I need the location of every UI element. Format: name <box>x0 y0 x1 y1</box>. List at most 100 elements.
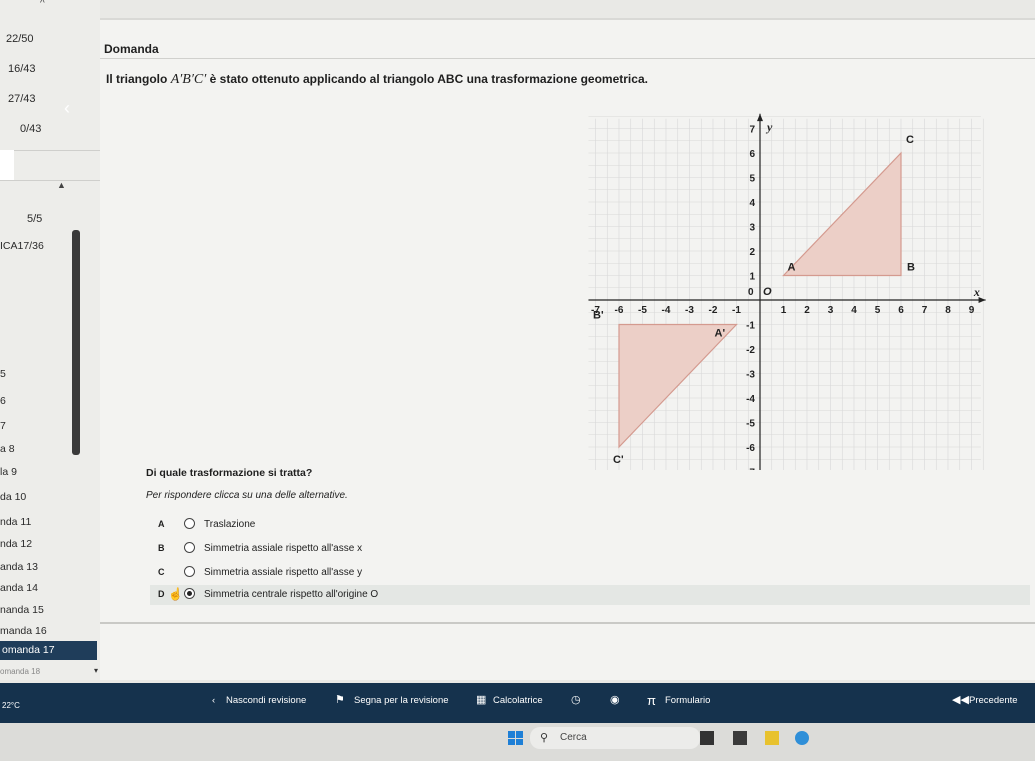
score-3: 27/43 <box>8 93 36 105</box>
y-tick-label: 7 <box>749 125 755 136</box>
y-tick-label: 3 <box>749 223 755 234</box>
x-tick-label: 4 <box>851 305 857 316</box>
sidebar-item-10[interactable]: da 10 <box>0 491 26 503</box>
sidebar-item-8[interactable]: a 8 <box>0 443 15 455</box>
question-header: Domanda <box>104 42 159 56</box>
pointer-hand-icon: ☝ <box>168 587 183 601</box>
x-tick-label: -1 <box>732 305 741 316</box>
option-label: Simmetria assiale rispetto all'asse y <box>204 567 363 578</box>
clock-icon[interactable]: ◷ <box>571 693 581 706</box>
pi-icon: π <box>647 693 656 708</box>
score-2: 16/43 <box>8 63 36 75</box>
option-b[interactable]: B Simmetria assiale rispetto all'asse x <box>150 539 1030 559</box>
y-tick-label: -7 <box>746 468 755 471</box>
x-tick-label: 9 <box>969 305 975 316</box>
x-tick-label: 8 <box>945 305 951 316</box>
timer-icon[interactable]: ◉ <box>610 693 620 706</box>
origin-label: O <box>763 286 772 298</box>
x-tick-label: -5 <box>638 305 647 316</box>
sidebar-item-17-active[interactable]: omanda 17 <box>0 641 97 660</box>
y-axis-label: y <box>765 120 773 134</box>
app-icon-1[interactable] <box>733 731 747 745</box>
y-tick-label: 2 <box>749 247 755 258</box>
vertex-label: B <box>907 262 915 274</box>
browser-icon[interactable] <box>795 731 809 745</box>
option-c[interactable]: C Simmetria assiale rispetto all'asse y <box>150 563 1030 583</box>
score-4: 0/43 <box>20 123 42 135</box>
y-tick-label: -6 <box>746 443 755 454</box>
x-tick-label: -6 <box>615 305 624 316</box>
scroll-up-icon[interactable]: ^ <box>40 0 45 9</box>
x-tick-label: 6 <box>898 305 904 316</box>
taskbar-search[interactable]: ⚲ Cerca <box>530 727 700 749</box>
y-tick-label: -5 <box>746 419 755 430</box>
question-instruction: Per rispondere clicca su una delle alter… <box>146 490 348 501</box>
y-tick-label: -3 <box>746 370 755 381</box>
y-axis-arrow <box>757 113 763 122</box>
option-letter: A <box>158 519 165 529</box>
x-axis-label: x <box>973 285 980 299</box>
option-d[interactable]: D ☝ Simmetria centrale rispetto all'orig… <box>150 585 1030 605</box>
vertex-label: A <box>788 262 796 274</box>
rewind-icon: ◀◀ <box>952 694 969 706</box>
dropdown-caret-icon[interactable]: ▾ <box>94 666 98 675</box>
task-view-icon[interactable] <box>700 731 714 745</box>
radio-c[interactable] <box>184 566 195 577</box>
option-label: Traslazione <box>204 519 256 530</box>
hide-review-button[interactable]: Nascondi revisione <box>226 695 306 706</box>
y-tick-label: -2 <box>746 345 755 356</box>
chevron-left-icon[interactable]: ‹ <box>212 695 215 706</box>
formulary-button[interactable]: Formulario <box>665 695 710 706</box>
triangle-prime-label: A′B′C′ <box>170 72 207 87</box>
sidebar-item-13[interactable]: anda 13 <box>0 561 38 573</box>
x-tick-label: 7 <box>922 305 928 316</box>
sidebar-item-7[interactable]: 7 <box>0 420 6 432</box>
sidebar-item-6[interactable]: 6 <box>0 395 6 407</box>
vertex-label: B' <box>593 310 604 322</box>
y-tick-label: 1 <box>749 272 755 283</box>
search-icon: ⚲ <box>540 732 549 744</box>
score-1: 22/50 <box>6 33 34 45</box>
flag-icon: ⚑ <box>335 694 345 706</box>
x-tick-label: 5 <box>875 305 881 316</box>
sidebar-item-ica[interactable]: ICA17/36 <box>0 240 44 252</box>
sidebar-item-11[interactable]: nda 11 <box>0 516 31 528</box>
sidebar-item-12[interactable]: nda 12 <box>0 538 32 550</box>
sidebar-item-14[interactable]: anda 14 <box>0 582 38 594</box>
question-prompt: Di quale trasformazione si tratta? <box>146 467 313 479</box>
search-placeholder: Cerca <box>560 732 587 743</box>
radio-b[interactable] <box>184 542 195 553</box>
previous-button[interactable]: Precedente <box>969 695 1018 706</box>
calculator-icon: ▦ <box>476 694 487 706</box>
sidebar-item-9[interactable]: la 9 <box>0 466 17 478</box>
sidebar-scrollbar[interactable] <box>72 230 80 455</box>
x-tick-label: -3 <box>685 305 694 316</box>
exam-page: ^ 22/50 16/43 27/43 ‹ 0/43 ▲ 5/5 ICA17/3… <box>0 0 1035 761</box>
file-explorer-icon[interactable] <box>765 731 779 745</box>
chevron-up-icon[interactable]: ▲ <box>57 180 66 190</box>
y-tick-label: -1 <box>746 321 755 332</box>
question-text: Il triangolo A′B′C′ è stato ottenuto app… <box>106 72 648 88</box>
calculator-button[interactable]: Calcolatrice <box>493 695 543 706</box>
option-letter: D <box>158 589 165 599</box>
radio-a[interactable] <box>184 518 195 529</box>
option-letter: C <box>158 567 165 577</box>
y-tick-label: -4 <box>746 394 755 405</box>
zero-tick-label: 0 <box>748 287 754 298</box>
sidebar-item-16[interactable]: manda 16 <box>0 625 47 637</box>
radio-d[interactable] <box>184 588 195 599</box>
x-tick-label: 3 <box>828 305 834 316</box>
panel-tab <box>0 150 14 180</box>
windows-start-icon[interactable] <box>508 731 523 745</box>
sidebar-item-18[interactable]: omanda 18 <box>0 667 40 676</box>
x-tick-label: -2 <box>709 305 718 316</box>
collapse-left-icon[interactable]: ‹ <box>64 98 70 119</box>
x-tick-label: 2 <box>804 305 810 316</box>
mark-review-button[interactable]: Segna per la revisione <box>354 695 449 706</box>
sidebar-item-5[interactable]: 5 <box>0 368 6 380</box>
y-tick-label: 4 <box>749 198 755 209</box>
sidebar-item-15[interactable]: nanda 15 <box>0 604 44 616</box>
score-5: 5/5 <box>27 213 43 225</box>
option-a[interactable]: A Traslazione <box>150 515 1030 535</box>
weather-temp: 22°C <box>2 701 20 710</box>
